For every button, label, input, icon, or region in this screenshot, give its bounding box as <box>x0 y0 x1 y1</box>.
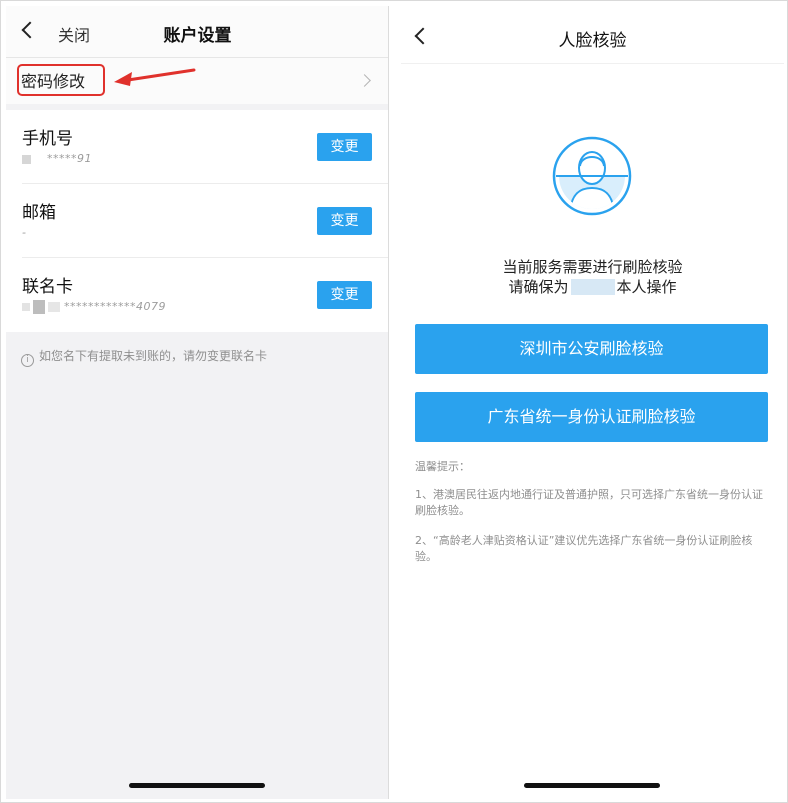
card-value: ************4079 <box>22 300 166 314</box>
home-indicator <box>129 783 265 788</box>
chevron-right-icon <box>358 74 371 87</box>
phone-masked-text: *****91 <box>47 152 92 165</box>
guangdong-unified-verify-button[interactable]: 广东省统一身份认证刷脸核验 <box>415 392 768 442</box>
redacted-block <box>22 303 30 311</box>
account-info-list: 手机号 *****91 变更 邮箱 - 变更 联名卡 ************4… <box>6 110 388 332</box>
face-verification-screen: 人脸核验 当前服务需要进行刷脸核验 请确保为 本人操作 深圳市公安刷脸核验 广东省… <box>401 6 784 799</box>
list-item-card: 联名卡 ************4079 变更 <box>6 258 388 332</box>
email-label: 邮箱 <box>22 203 56 223</box>
nav-bar: 关闭 账户设置 <box>6 6 388 58</box>
redacted-block <box>48 302 60 312</box>
list-item-email: 邮箱 - 变更 <box>6 184 388 258</box>
redacted-block <box>22 154 31 164</box>
tip-item: 1、港澳居民往返内地通行证及普通护照，只可选择广东省统一身份认证刷脸核验。 <box>415 488 763 517</box>
change-email-button[interactable]: 变更 <box>317 207 372 235</box>
phone-label: 手机号 <box>22 129 73 149</box>
service-text-line2: 请确保为 本人操作 <box>401 276 784 297</box>
list-item-phone: 手机号 *****91 变更 <box>6 110 388 184</box>
card-masked-text: ************4079 <box>64 300 166 313</box>
email-value: - <box>22 226 27 239</box>
change-phone-button[interactable]: 变更 <box>317 133 372 161</box>
card-label: 联名卡 <box>22 277 73 297</box>
page-title: 账户设置 <box>163 26 232 46</box>
change-card-button[interactable]: 变更 <box>317 281 372 309</box>
service-text-prefix: 请确保为 <box>508 278 569 296</box>
nav-bar: 人脸核验 <box>401 6 784 64</box>
redacted-block <box>33 300 45 314</box>
home-indicator <box>524 783 660 788</box>
tip-item: 2、“高龄老人津贴资格认证”建议优先选择广东省统一身份认证刷脸核验。 <box>415 534 753 563</box>
notice-text: 如您名下有提取未到账的，请勿变更联名卡 <box>39 349 268 363</box>
redacted-name <box>570 279 615 295</box>
phone-value: *****91 <box>22 152 92 165</box>
account-settings-screen: 关闭 账户设置 密码修改 手机号 *****91 变更 邮箱 - 变更 联名卡 … <box>6 6 389 799</box>
service-text-line1: 当前服务需要进行刷脸核验 <box>502 258 683 276</box>
password-change-row[interactable]: 密码修改 <box>6 58 388 104</box>
shenzhen-police-verify-button[interactable]: 深圳市公安刷脸核验 <box>415 324 768 374</box>
annotation-arrow-icon <box>114 68 196 86</box>
service-text-suffix: 本人操作 <box>616 278 677 296</box>
screenshot-frame: 关闭 账户设置 密码修改 手机号 *****91 变更 邮箱 - 变更 联名卡 … <box>0 0 788 803</box>
face-scan-icon <box>552 136 632 216</box>
page-title: 人脸核验 <box>558 31 627 51</box>
tips-title: 温馨提示： <box>415 460 470 473</box>
password-change-label: 密码修改 <box>21 72 86 91</box>
info-circle-icon: i <box>21 354 34 367</box>
card-change-notice: i 如您名下有提取未到账的，请勿变更联名卡 <box>21 347 267 367</box>
